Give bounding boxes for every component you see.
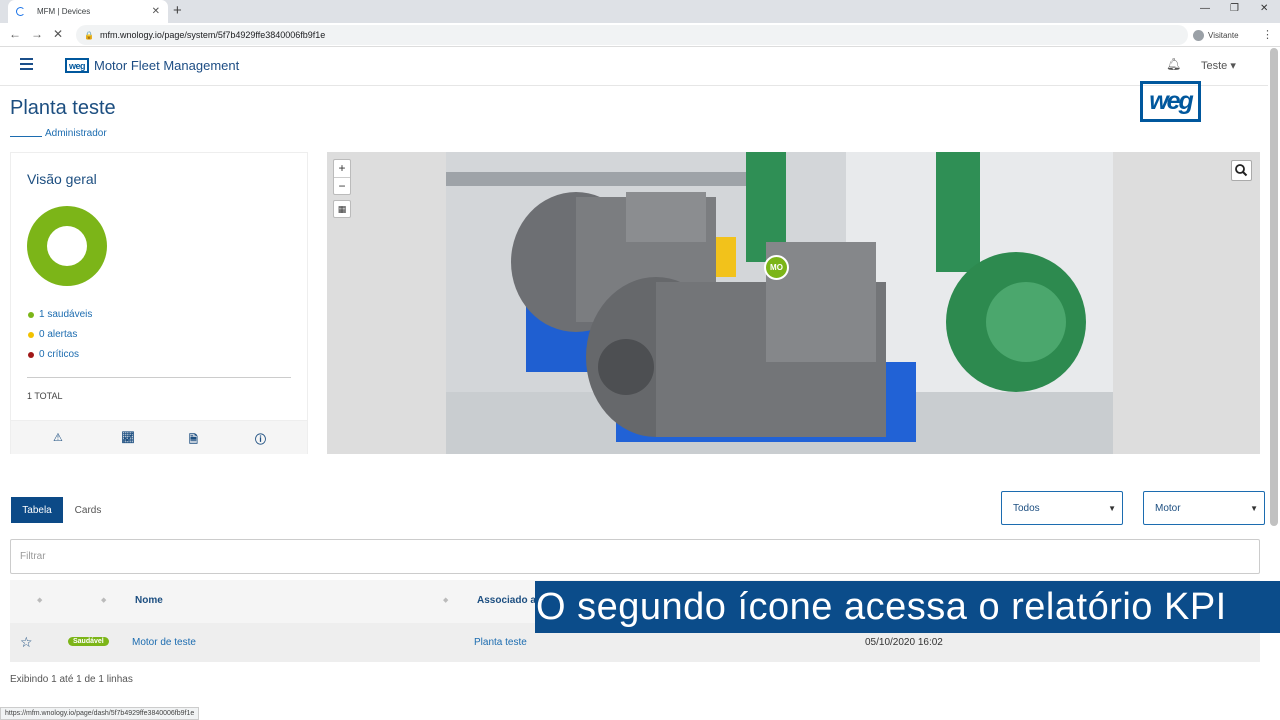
browser-tab[interactable]: MFM | Devices ✕ — [8, 0, 168, 23]
role-label: Administrador — [45, 128, 107, 139]
tab-title: MFM | Devices — [37, 7, 91, 16]
plant-map[interactable]: + − ▦ MO — [327, 152, 1260, 454]
overview-title: Visão geral — [27, 171, 97, 187]
last-update-date: 05/10/2020 16:02 — [865, 637, 943, 648]
close-window-icon[interactable]: ✕ — [1260, 3, 1268, 14]
app-header: weg Motor Fleet Management 🔔︎ Teste ▾ — [0, 48, 1268, 86]
zoom-out-button[interactable]: − — [334, 177, 350, 194]
user-name: Teste — [1201, 60, 1228, 72]
healthy-count: 1 saudáveis — [39, 309, 93, 320]
divider — [27, 377, 291, 378]
map-layers-icon[interactable]: ▦ — [333, 200, 351, 218]
zoom-control: + − — [333, 159, 351, 195]
chevron-down-icon: ▼ — [1250, 504, 1258, 513]
associated-link[interactable]: Planta teste — [474, 637, 527, 648]
profile-label: Visitante — [1208, 30, 1239, 40]
tab-table[interactable]: Tabela — [11, 497, 63, 523]
minimize-icon[interactable]: — — [1200, 3, 1210, 14]
chevron-down-icon: ▼ — [1108, 504, 1116, 513]
close-tab-icon[interactable]: ✕ — [152, 6, 160, 17]
alerts-count: 0 alertas — [39, 329, 78, 340]
pagination-info: Exibindo 1 até 1 de 1 linhas — [10, 674, 133, 685]
back-icon[interactable]: ← — [9, 27, 21, 41]
kpi-report-icon[interactable]: 📈︎ — [121, 431, 135, 444]
lock-icon: 🔒 — [84, 30, 94, 40]
zoom-in-button[interactable]: + — [334, 160, 350, 177]
filter-input[interactable]: Filtrar — [10, 539, 1260, 574]
device-name-link[interactable]: Motor de teste — [132, 637, 196, 648]
restore-icon[interactable]: ❐ — [1230, 3, 1239, 14]
card-actions: ⚠ 📈︎ 🗎 ⓘ — [11, 420, 307, 454]
motors-illustration — [446, 152, 1113, 454]
filter-placeholder: Filtrar — [20, 551, 46, 562]
url-text: mfm.wnology.io/page/system/5f7b4929ffe38… — [99, 30, 326, 40]
healthy-dot-icon — [28, 311, 34, 318]
page-title: Planta teste — [10, 97, 116, 119]
weg-logo-small[interactable]: weg — [65, 58, 89, 73]
column-associated-header[interactable]: Associado a — [477, 595, 536, 606]
stop-icon[interactable]: ✕ — [53, 27, 63, 41]
browser-menu-icon[interactable]: ⋮ — [1262, 28, 1273, 41]
address-bar: ← → ✕ 🔒 mfm.wnology.io/page/system/5f7b4… — [0, 23, 1280, 47]
legend-healthy[interactable]: 1 saudáveis — [28, 309, 92, 320]
browser-tab-bar: MFM | Devices ✕ + — ❐ ✕ — [0, 0, 1280, 23]
forward-icon[interactable]: → — [31, 27, 43, 41]
favorite-star-icon[interactable]: ☆ — [20, 634, 33, 651]
sort-icon[interactable]: ◆ — [443, 596, 448, 604]
legend-critical[interactable]: 0 críticos — [28, 349, 79, 360]
warning-icon[interactable]: ⚠ — [53, 431, 63, 444]
loading-spinner-icon — [16, 7, 25, 16]
search-icon — [1235, 164, 1248, 177]
profile-button[interactable]: Visitante — [1193, 26, 1239, 44]
export-file-icon[interactable]: 🗎 — [189, 431, 198, 450]
app-title[interactable]: Motor Fleet Management — [94, 58, 239, 73]
critical-count: 0 críticos — [39, 349, 80, 360]
notification-bell-icon[interactable]: 🔔︎ — [1166, 57, 1181, 71]
tab-cards[interactable]: Cards — [70, 497, 106, 523]
column-name-header[interactable]: Nome — [135, 595, 163, 606]
type-select-value: Motor — [1155, 502, 1181, 514]
device-marker[interactable]: MO — [764, 255, 789, 280]
avatar-icon — [1193, 29, 1204, 41]
type-select[interactable]: Motor ▼ — [1143, 491, 1265, 525]
alert-dot-icon — [28, 331, 34, 338]
status-donut-chart — [27, 206, 107, 286]
status-select[interactable]: Todos ▼ — [1001, 491, 1123, 525]
status-badge: Saudável — [68, 637, 109, 646]
legend-alerts[interactable]: 0 alertas — [28, 329, 77, 340]
menu-icon[interactable] — [20, 58, 33, 70]
map-search-button[interactable] — [1231, 160, 1252, 181]
status-url: https://mfm.wnology.io/page/dash/5f7b492… — [0, 707, 200, 720]
status-select-value: Todos — [1013, 502, 1040, 514]
url-input[interactable]: 🔒 mfm.wnology.io/page/system/5f7b4929ffe… — [76, 25, 1188, 45]
caption-text: O segundo ícone acessa o relatório KPI — [536, 585, 1227, 628]
weg-logo: weg — [1140, 81, 1201, 122]
info-icon[interactable]: ⓘ — [255, 431, 266, 447]
sort-icon[interactable]: ◆ — [101, 596, 106, 604]
overview-card: Visão geral 1 saudáveis 0 alertas 0 crít… — [10, 152, 308, 454]
plant-image — [446, 152, 1113, 454]
caption-overlay: O segundo ícone acessa o relatório KPI — [535, 581, 1280, 633]
role-underline — [10, 136, 42, 137]
scrollbar[interactable] — [1270, 48, 1278, 526]
sort-icon[interactable]: ◆ — [37, 596, 42, 604]
critical-dot-icon — [28, 351, 34, 358]
device-marker-label: MO — [770, 263, 783, 272]
total-count: 1 TOTAL — [27, 391, 63, 401]
new-tab-button[interactable]: + — [173, 2, 182, 19]
user-menu[interactable]: Teste ▾ — [1201, 59, 1236, 72]
